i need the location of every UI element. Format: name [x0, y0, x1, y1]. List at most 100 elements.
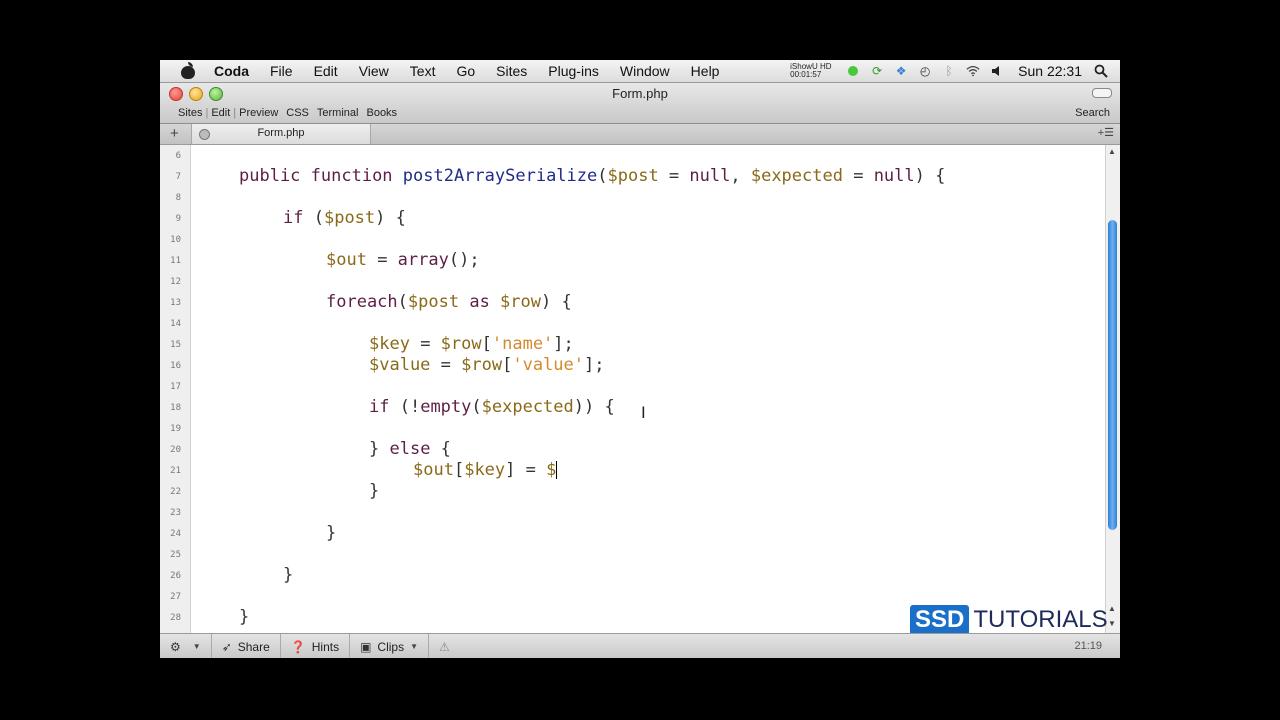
code-line[interactable]: $key = $row['name']; — [369, 334, 574, 355]
line-number: 16 — [170, 361, 181, 371]
gear-icon: ⚙ — [170, 639, 181, 654]
dropbox-icon[interactable]: ❖ — [894, 64, 908, 78]
share-button[interactable]: ➶ Share — [222, 634, 281, 658]
code-token: $key — [369, 334, 410, 354]
line-number: 25 — [170, 550, 181, 560]
scroll-up-arrow-icon[interactable]: ▲ — [1108, 604, 1116, 613]
menu-file[interactable]: File — [270, 63, 293, 79]
volume-icon[interactable] — [990, 64, 1004, 78]
code-token: $row — [500, 292, 541, 312]
code-token: $row — [461, 355, 503, 375]
line-number: 28 — [170, 613, 181, 623]
ishowu-status[interactable]: iShowU HD 00:01:57 — [790, 63, 840, 79]
code-token: null — [873, 166, 915, 186]
settings-menu-button[interactable]: ⚙ ▼ — [170, 634, 212, 658]
code-token: ( — [597, 166, 608, 186]
menu-sites[interactable]: Sites — [496, 63, 527, 79]
window-titlebar: Form.php Sites | Edit | Preview CSS Term… — [160, 83, 1120, 124]
code-token: $expected — [750, 166, 843, 186]
sync-icon[interactable]: ⟳ — [870, 64, 884, 78]
line-number-gutter: 6 7 8 9 10 11 12 13 14 15 16 17 18 19 20… — [160, 145, 191, 633]
share-icon: ➶ — [221, 639, 232, 654]
time-machine-icon[interactable]: ◴ — [918, 64, 932, 78]
code-line[interactable]: if ($post) { — [283, 208, 406, 229]
menu-app-coda[interactable]: Coda — [214, 63, 249, 79]
menu-window[interactable]: Window — [620, 63, 670, 79]
code-token: ( — [313, 208, 324, 228]
code-token: , — [730, 166, 751, 186]
menu-view[interactable]: View — [359, 63, 389, 79]
code-line[interactable]: } — [369, 481, 379, 502]
vertical-scrollbar[interactable]: ▲ ▲ ▼ — [1105, 145, 1120, 633]
code-token: 'value' — [512, 355, 584, 375]
code-token: } — [369, 439, 390, 459]
menu-clock[interactable]: Sun 22:31 — [1018, 63, 1082, 79]
code-line[interactable]: if (!empty($expected)) { — [369, 397, 615, 418]
hints-button[interactable]: ❓ Hints — [291, 634, 351, 658]
code-line[interactable]: } — [239, 607, 249, 628]
scroll-down-arrow-icon[interactable]: ▼ — [1108, 619, 1116, 628]
line-number: 24 — [170, 529, 181, 539]
menu-help[interactable]: Help — [691, 63, 720, 79]
code-editor[interactable]: 6 7 8 9 10 11 12 13 14 15 16 17 18 19 20… — [160, 145, 1120, 633]
bluetooth-icon[interactable]: ᛒ — [942, 64, 956, 78]
code-token: = — [658, 166, 690, 186]
toolbar-edit[interactable]: Edit — [211, 107, 230, 119]
line-number: 14 — [170, 319, 181, 329]
code-token: $post — [323, 208, 376, 228]
code-line[interactable]: foreach($post as $row) { — [326, 292, 572, 313]
new-tab-icon[interactable]: + — [170, 125, 179, 142]
text-cursor — [556, 461, 558, 479]
toolbar-search[interactable]: Search — [1075, 107, 1110, 119]
line-number: 23 — [170, 508, 181, 518]
status-bar: ⚙ ▼ ➶ Share ❓ Hints ▣ Clips ▼ ⚠ 21:19 — [160, 633, 1120, 658]
toolbar-books[interactable]: Books — [366, 107, 397, 119]
recording-icon[interactable] — [846, 64, 860, 78]
code-line[interactable]: } else { — [369, 439, 451, 460]
chevron-down-icon: ▼ — [410, 642, 419, 651]
code-token: ]; — [584, 355, 605, 375]
line-number: 13 — [170, 298, 181, 308]
scroll-up-icon[interactable]: ▲ — [1108, 147, 1116, 156]
menu-text[interactable]: Text — [410, 63, 436, 79]
watermark-box: SSD — [910, 605, 970, 633]
cursor-position: 21:19 — [1074, 640, 1102, 652]
code-token: function — [310, 166, 403, 186]
code-line[interactable]: $out = array(); — [326, 250, 480, 271]
tab-form-php[interactable]: Form.php — [191, 124, 371, 144]
code-line[interactable]: } — [326, 523, 336, 544]
tab-menu-icon[interactable]: +☰ — [1098, 126, 1114, 139]
code-token: = — [842, 166, 874, 186]
spotlight-search-icon[interactable] — [1094, 64, 1108, 78]
toolbar-toggle-button[interactable] — [1092, 88, 1112, 98]
wifi-icon[interactable] — [966, 64, 980, 78]
code-line[interactable]: $out[$key] = $ — [413, 460, 558, 481]
toolbar-sites[interactable]: Sites — [178, 107, 202, 119]
menu-plugins[interactable]: Plug-ins — [548, 63, 599, 79]
code-token: array — [397, 250, 449, 270]
line-number: 7 — [175, 172, 181, 182]
warnings-button[interactable]: ⚠ — [439, 634, 466, 658]
scrollbar-thumb[interactable] — [1108, 220, 1117, 530]
line-number: 11 — [170, 256, 181, 266]
code-line[interactable]: } — [283, 565, 293, 586]
clips-button[interactable]: ▣ Clips ▼ — [360, 634, 430, 658]
tab-label: Form.php — [257, 127, 305, 139]
code-token: )) { — [573, 397, 615, 417]
toolbar-preview[interactable]: Preview — [239, 107, 278, 119]
code-token: ) { — [375, 208, 406, 228]
toolbar-css[interactable]: CSS — [286, 107, 309, 119]
watermark-text: TUTORIALS — [973, 606, 1108, 633]
code-line[interactable]: public function post2ArraySerialize($pos… — [239, 166, 945, 187]
code-token: } — [239, 607, 250, 627]
ssd-tutorials-watermark: SSD TUTORIALS — [910, 605, 1108, 633]
line-number: 22 — [170, 487, 181, 497]
menu-go[interactable]: Go — [456, 63, 475, 79]
code-token: = — [430, 355, 462, 375]
code-token: $value — [369, 355, 431, 375]
menu-edit[interactable]: Edit — [314, 63, 338, 79]
line-number: 15 — [170, 340, 181, 350]
apple-icon[interactable] — [178, 62, 200, 79]
code-line[interactable]: $value = $row['value']; — [369, 355, 604, 376]
toolbar-terminal[interactable]: Terminal — [317, 107, 359, 119]
